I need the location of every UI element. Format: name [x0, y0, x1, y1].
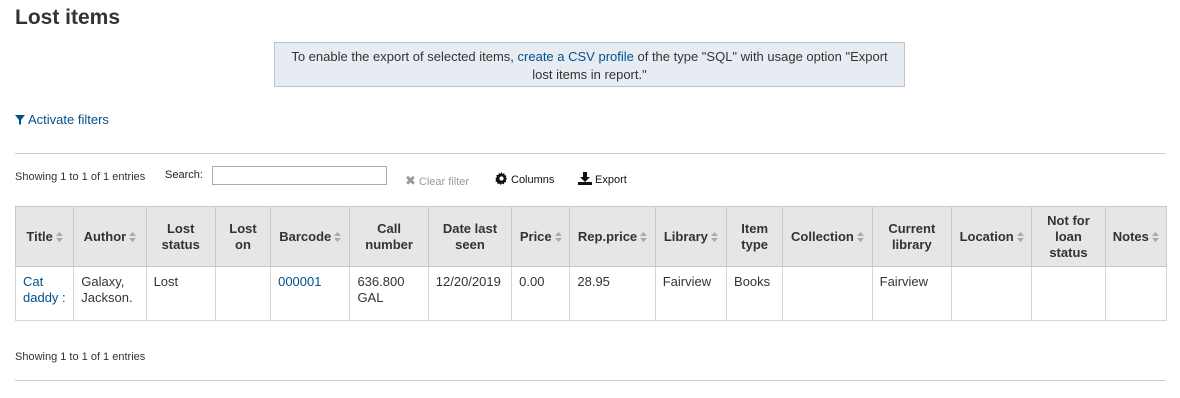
- cell-price: 0.00: [511, 266, 571, 321]
- cell-collection: [782, 266, 873, 321]
- column-header-lost-status[interactable]: Lost status: [145, 206, 216, 267]
- sort-icon: [640, 232, 648, 243]
- clear-filter-label: Clear filter: [418, 176, 470, 188]
- lost-items-table: Title Author Lost status Lost on Barcode…: [14, 206, 1168, 321]
- column-header-price[interactable]: Price: [511, 206, 571, 267]
- page-title: Lost items: [15, 6, 121, 29]
- cell-lost-status: Lost: [145, 266, 216, 321]
- filter-icon: [15, 115, 25, 125]
- cell-not-for-loan: [1031, 266, 1106, 321]
- cell-date-last-seen: 12/20/2019: [427, 266, 513, 321]
- sort-icon: [55, 232, 63, 243]
- cell-current-library: Fairview: [871, 266, 952, 321]
- columns-button[interactable]: Columns: [495, 172, 554, 186]
- columns-label: Columns: [511, 174, 555, 186]
- cell-barcode: 000001: [270, 266, 351, 321]
- sort-icon: [710, 232, 718, 243]
- cell-item-type: Books: [726, 266, 784, 321]
- sort-icon: [1151, 232, 1159, 243]
- title-link[interactable]: Cat daddy :: [23, 274, 66, 305]
- column-header-current-library[interactable]: Current library: [871, 206, 952, 267]
- column-header-notes[interactable]: Notes: [1104, 206, 1168, 267]
- column-header-date-last-seen[interactable]: Date last seen: [427, 206, 513, 267]
- table-toolbar: Showing 1 to 1 of 1 entries Search: ✖ Cle…: [15, 166, 1165, 188]
- divider-top: [15, 153, 1166, 154]
- divider-bottom: [15, 380, 1166, 381]
- column-header-title[interactable]: Title: [14, 206, 75, 267]
- download-icon: [578, 172, 592, 185]
- sort-icon: [1016, 232, 1024, 243]
- cell-call-number: 636.800 GAL: [349, 266, 429, 321]
- export-label: Export: [595, 174, 627, 186]
- sort-icon: [129, 232, 137, 243]
- sort-icon: [856, 232, 864, 243]
- column-header-author[interactable]: Author: [73, 206, 147, 267]
- sort-icon: [334, 232, 342, 243]
- table-header-row: Title Author Lost status Lost on Barcode…: [14, 206, 1168, 267]
- notice-text-before: To enable the export of selected items,: [291, 49, 518, 64]
- cell-lost-on: [214, 266, 272, 321]
- column-header-call-number[interactable]: Call number: [349, 206, 429, 267]
- clear-filter-button[interactable]: ✖ Clear filter: [405, 173, 469, 189]
- cell-notes: [1104, 266, 1168, 321]
- column-header-not-for-loan-status[interactable]: Not for loan status: [1031, 206, 1106, 267]
- gear-icon: [495, 172, 508, 185]
- activate-filters-link[interactable]: Activate filters: [15, 112, 109, 127]
- close-icon: ✖: [405, 173, 416, 188]
- search-input[interactable]: [212, 166, 387, 185]
- cell-library: Fairview: [654, 266, 728, 321]
- cell-author: Galaxy, Jackson.: [73, 266, 147, 321]
- column-header-item-type[interactable]: Item type: [726, 206, 784, 267]
- column-header-lost-on[interactable]: Lost on: [214, 206, 272, 267]
- column-header-library[interactable]: Library: [654, 206, 728, 267]
- cell-location: [950, 266, 1033, 321]
- table-info-top: Showing 1 to 1 of 1 entries: [15, 171, 146, 183]
- barcode-link[interactable]: 000001: [278, 274, 321, 289]
- create-csv-profile-link[interactable]: create a CSV profile: [518, 49, 634, 64]
- column-header-location[interactable]: Location: [950, 206, 1033, 267]
- export-button[interactable]: Export: [578, 172, 627, 186]
- table-row: Cat daddy : Galaxy, Jackson. Lost 000001…: [14, 266, 1168, 321]
- cell-title: Cat daddy :: [14, 266, 75, 321]
- table-info-bottom: Showing 1 to 1 of 1 entries: [15, 351, 146, 363]
- column-header-rep-price[interactable]: Rep.price: [569, 206, 656, 267]
- csv-profile-notice: To enable the export of selected items, …: [274, 42, 905, 87]
- activate-filters-label: Activate filters: [28, 112, 109, 127]
- column-header-barcode[interactable]: Barcode: [270, 206, 351, 267]
- sort-icon: [554, 232, 562, 243]
- cell-rep-price: 28.95: [569, 266, 656, 321]
- column-header-collection[interactable]: Collection: [782, 206, 873, 267]
- search-label: Search:: [165, 169, 203, 181]
